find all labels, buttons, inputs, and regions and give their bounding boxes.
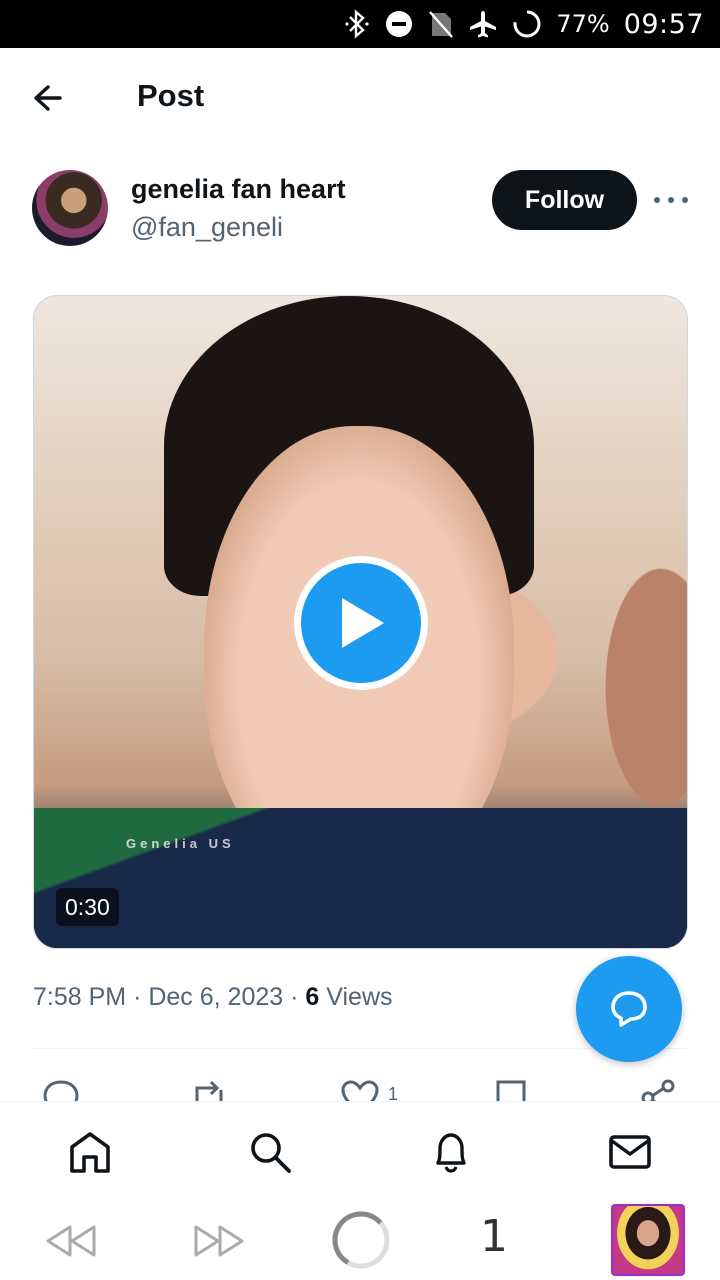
airplane-icon [470,11,497,38]
reload-button[interactable] [330,1209,392,1271]
bell-icon [436,1133,466,1173]
bluetooth-icon [345,9,369,39]
share-button[interactable] [638,1078,678,1102]
page-title: Post [137,78,205,113]
header: Post [0,48,720,148]
dnd-icon [386,11,413,37]
like-count: 1 [388,1084,399,1102]
search-icon [251,1133,291,1173]
video-watermark: Genelia US [126,836,235,851]
system-bar: 1 [0,1201,720,1280]
nav-search[interactable] [246,1128,294,1176]
mail-icon [609,1135,651,1169]
like-button[interactable] [340,1078,380,1102]
battery-ring-icon [513,10,541,38]
author-handle[interactable]: @fan_geneli [131,212,283,243]
nav-messages[interactable] [606,1128,654,1176]
reply-button[interactable] [41,1078,81,1102]
status-bar: 77% 09:57 [0,0,720,48]
author-name[interactable]: genelia fan heart [131,174,346,205]
share-icon [641,1079,675,1102]
views-count: 6 [305,983,320,1011]
meta-separator: · [290,983,299,1011]
meta-separator: · [133,983,142,1011]
chat-bubble-icon [611,991,647,1027]
post-date: Dec 6, 2023 [148,983,284,1011]
clock: 09:57 [623,8,704,40]
nav-home[interactable] [66,1128,114,1176]
back-button[interactable] [28,78,72,118]
no-sim-icon [429,11,454,38]
more-horizontal-icon [654,197,660,203]
fast-forward-icon [194,1225,244,1257]
arrow-left-icon [34,85,62,111]
video-thumbnail-detail [34,808,687,948]
tab-thumbnail[interactable] [611,1204,685,1276]
nav-notifications[interactable] [427,1128,475,1176]
video-player[interactable]: Genelia US 0:30 [33,295,688,949]
fast-forward-button[interactable] [190,1219,246,1263]
reply-icon [43,1080,79,1102]
divider [33,1048,688,1049]
repost-icon [195,1080,223,1102]
bookmark-button[interactable] [493,1078,529,1102]
home-icon [70,1132,110,1173]
avatar[interactable] [32,170,108,246]
play-icon [342,598,384,648]
more-button[interactable] [654,190,688,210]
loading-ring-icon [332,1211,390,1269]
battery-percent: 77% [556,10,610,38]
video-duration: 0:30 [56,888,119,926]
heart-icon [341,1080,379,1102]
bookmark-icon [496,1080,526,1102]
post-time: 7:58 PM [33,983,127,1011]
rewind-button[interactable] [44,1219,100,1263]
compose-reply-button[interactable] [576,956,682,1062]
follow-button[interactable]: Follow [492,170,637,230]
bottom-nav [0,1101,720,1201]
more-dot [668,197,674,203]
more-dot [682,197,688,203]
tab-count[interactable]: 1 [480,1211,508,1262]
repost-button[interactable] [189,1078,229,1102]
action-row: 1 [33,1072,688,1102]
post-meta: 7:58 PM · Dec 6, 2023 · 6 Views [33,983,393,1012]
rewind-icon [46,1225,96,1257]
views-label: Views [326,983,393,1011]
play-button[interactable] [294,556,428,690]
